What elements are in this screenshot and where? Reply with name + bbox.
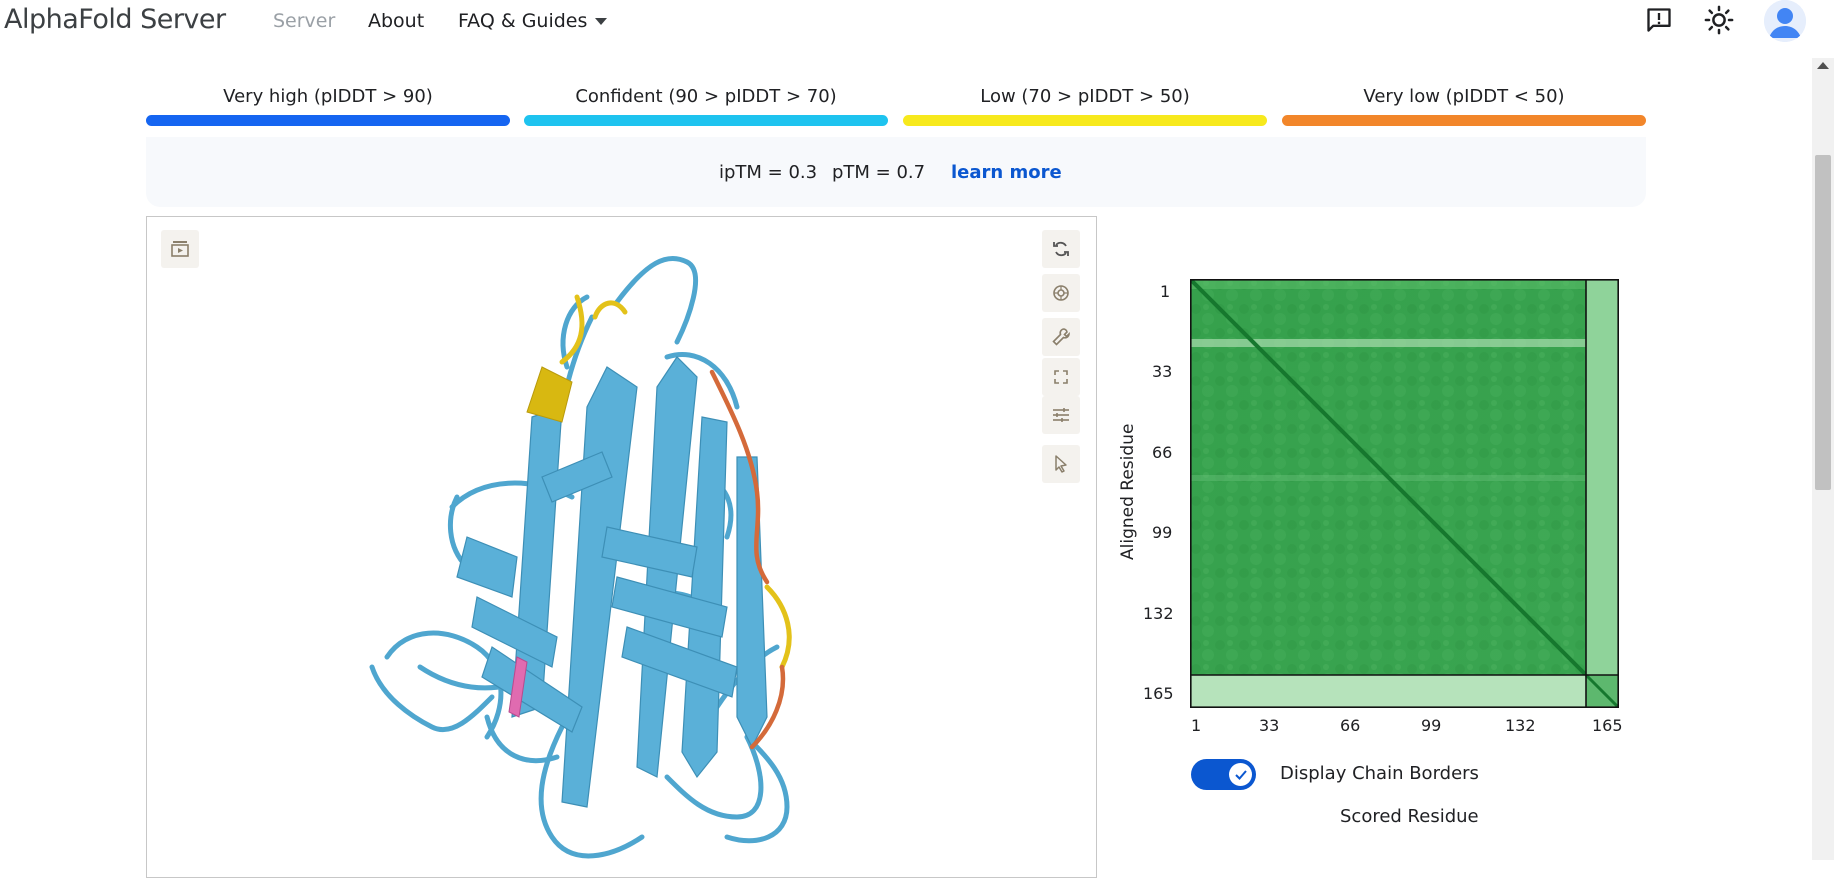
pae-y-tick: 132 [1143, 604, 1174, 623]
pae-y-tick: 66 [1152, 443, 1173, 462]
top-app-bar: AlphaFold Server Server About FAQ & Guid… [0, 0, 1834, 42]
pae-y-tick: 1 [1160, 282, 1171, 301]
pae-y-tick: 99 [1152, 523, 1173, 542]
chevron-down-icon [595, 18, 608, 25]
brand-title[interactable]: AlphaFold Server [4, 4, 226, 35]
legend-very-low-bar [1282, 115, 1646, 126]
legend-low-label: Low (70 > pIDDT > 50) [980, 86, 1190, 107]
pae-x-tick: 165 [1592, 716, 1623, 735]
nav-server[interactable]: Server [273, 10, 335, 32]
account-avatar[interactable] [1764, 0, 1806, 42]
pae-y-tick: 165 [1143, 684, 1174, 703]
pae-heatmap [1190, 279, 1620, 709]
pae-x-tick: 66 [1340, 716, 1361, 735]
pae-x-tick: 1 [1191, 716, 1202, 735]
legend-confident-label: Confident (90 > pIDDT > 70) [575, 86, 837, 107]
theme-sun-icon[interactable] [1703, 4, 1735, 36]
pae-x-tick: 99 [1421, 716, 1442, 735]
pae-x-tick: 132 [1505, 716, 1536, 735]
nav-faq-guides[interactable]: FAQ & Guides [458, 10, 608, 32]
pae-y-tick: 33 [1152, 362, 1173, 381]
legend-very-high-label: Very high (pIDDT > 90) [223, 86, 433, 107]
confidence-metrics: ipTM = 0.3 pTM = 0.7 learn more [146, 137, 1646, 207]
legend-confident-bar [524, 115, 888, 126]
legend-very-low-label: Very low (pIDDT < 50) [1363, 86, 1565, 107]
protein-structure-render [369, 255, 792, 859]
structure-viewer[interactable] [146, 216, 1097, 878]
scrollbar-thumb[interactable] [1815, 155, 1831, 490]
feedback-icon[interactable] [1643, 4, 1675, 36]
scroll-up-icon[interactable] [1817, 62, 1829, 69]
nav-about[interactable]: About [368, 10, 424, 32]
legend-low-bar [903, 115, 1267, 126]
chain-borders-label: Display Chain Borders [1280, 763, 1479, 784]
learn-more-link[interactable]: learn more [951, 162, 1062, 183]
check-icon [1229, 763, 1252, 786]
ptm-value: pTM = 0.7 [832, 162, 926, 183]
nav-faq-label: FAQ & Guides [458, 10, 588, 32]
pae-x-tick: 33 [1259, 716, 1280, 735]
legend-very-high-bar [146, 115, 510, 126]
pae-y-axis-title: Aligned Residue [1118, 423, 1138, 560]
pae-x-axis-title: Scored Residue [1340, 806, 1479, 827]
chain-borders-toggle[interactable] [1191, 759, 1256, 790]
iptm-value: ipTM = 0.3 [719, 162, 818, 183]
